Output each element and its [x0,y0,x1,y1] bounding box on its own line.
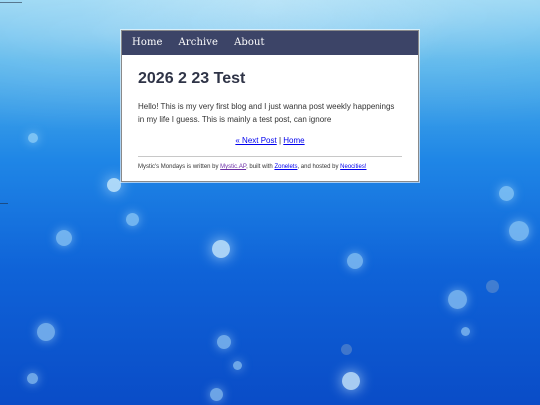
footer-divider [138,156,402,157]
background-bubble [486,280,499,293]
post-content: 2026 2 23 Test Hello! This is my very fi… [122,55,418,172]
footer-site-name: Mystic's Mondays [138,164,186,170]
background-bubble [342,372,360,390]
footer-text-built: , built with [246,164,275,170]
top-navbar: Home Archive About [122,31,418,55]
background-bubble [448,290,467,309]
post-body: Hello! This is my very first blog and I … [138,102,395,124]
post-navigation: « Next Post | Home [138,135,402,147]
background-bubble [233,361,242,370]
background-bubble [347,253,363,269]
background-bubble [28,133,38,143]
background-bubble [56,230,72,246]
footer-text-written: is written by [185,164,221,170]
nav-about-link[interactable]: About [234,31,265,55]
background-bubble [461,327,470,336]
background-bubble [212,240,230,258]
nav-archive-link[interactable]: Archive [179,31,219,55]
zonelets-link[interactable]: Zonelets [274,164,297,170]
post-title: 2026 2 23 Test [138,70,246,87]
background-bubble [509,221,529,241]
background-bubble [499,186,514,201]
edge-mark-top [0,2,22,3]
background-bubble [27,373,38,384]
background-bubble [126,213,139,226]
background-bubble [210,388,223,401]
blog-card: Home Archive About 2026 2 23 Test Hello!… [121,30,419,182]
site-footer: Mystic's Mondays is written by Mystic.AP… [138,163,402,172]
home-link[interactable]: Home [283,136,304,145]
background-bubble [217,335,231,349]
author-link[interactable]: Mystic.AP [220,164,246,170]
next-post-link[interactable]: « Next Post [235,136,276,145]
background-bubble [37,323,55,341]
edge-mark-mid [0,203,8,204]
nav-home-link[interactable]: Home [132,31,163,55]
background-bubble [341,344,352,355]
background-bubble [107,178,121,192]
neocities-link[interactable]: Neocities! [340,164,366,170]
footer-text-hosted: , and hosted by [297,164,341,170]
